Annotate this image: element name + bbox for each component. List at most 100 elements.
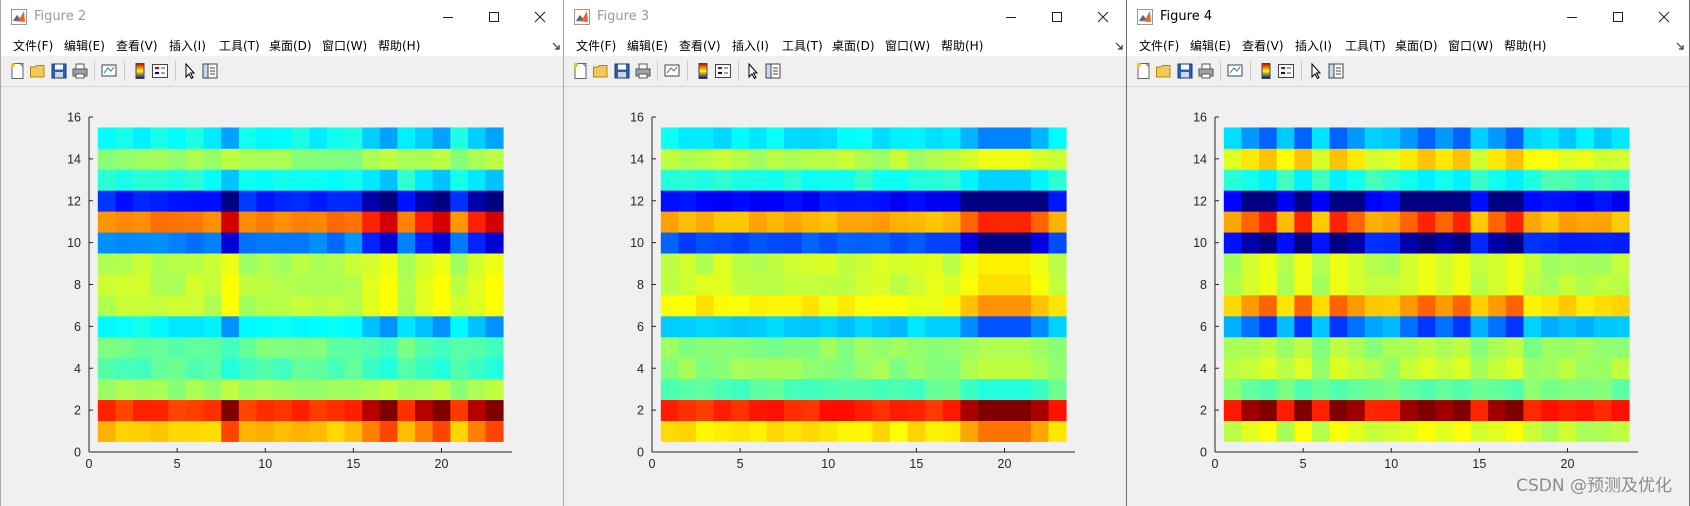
open-file-icon[interactable] (592, 62, 610, 80)
heatmap-cell (362, 127, 381, 149)
property-inspector-icon[interactable] (1327, 62, 1345, 80)
open-file-icon[interactable] (29, 62, 47, 80)
x-tick-label: 10 (821, 457, 835, 471)
heatmap-cell (766, 420, 785, 442)
heatmap-cell (1030, 399, 1049, 421)
menu-item[interactable]: 桌面(D) (1395, 37, 1438, 54)
heatmap-cell (731, 148, 750, 170)
maximize-button[interactable] (1034, 0, 1080, 34)
menu-item[interactable]: 查看(V) (116, 37, 158, 54)
property-inspector-icon[interactable] (764, 62, 782, 80)
minimize-button[interactable] (425, 0, 471, 34)
heatmap-cell (274, 378, 293, 401)
menu-item[interactable]: 插入(I) (1295, 37, 1332, 54)
heatmap-cell (1347, 211, 1366, 233)
heatmap-cell (1611, 294, 1630, 317)
print-icon[interactable] (1197, 62, 1215, 80)
menu-item[interactable]: 查看(V) (1242, 37, 1284, 54)
print-icon[interactable] (71, 62, 89, 80)
heatmap-cell (362, 253, 381, 275)
heatmap-cell (1259, 127, 1278, 149)
heatmap-cell (450, 127, 469, 149)
title-bar[interactable]: Figure 3 (564, 0, 1128, 34)
open-file-icon[interactable] (1155, 62, 1173, 80)
menu-item[interactable]: 文件(F) (13, 37, 53, 54)
heatmap-cell (432, 357, 451, 380)
menu-item[interactable]: 工具(T) (1345, 37, 1386, 54)
heatmap-cell (1576, 190, 1595, 212)
menu-item[interactable]: 帮助(H) (378, 37, 420, 54)
heatmap-cell (978, 378, 997, 401)
dock-arrow-icon[interactable] (552, 40, 561, 54)
menu-item[interactable]: 编辑(E) (1190, 37, 1231, 54)
property-inspector-icon[interactable] (201, 62, 219, 80)
menu-item[interactable]: 编辑(E) (64, 37, 105, 54)
dock-arrow-icon[interactable] (1676, 40, 1685, 54)
heatmap-cell (1347, 378, 1366, 401)
print-icon[interactable] (634, 62, 652, 80)
heatmap-cell (1435, 315, 1454, 338)
new-figure-icon[interactable] (1135, 62, 1153, 80)
close-button[interactable] (1641, 0, 1687, 34)
figure-toolbar (1, 56, 565, 87)
close-button[interactable] (1080, 0, 1126, 34)
legend-icon[interactable] (714, 62, 732, 80)
heatmap-cell (1523, 127, 1542, 149)
heatmap-cell (1558, 190, 1577, 212)
x-tick-label: 5 (174, 457, 181, 471)
menu-item[interactable]: 桌面(D) (269, 37, 312, 54)
menu-item[interactable]: 工具(T) (782, 37, 823, 54)
minimize-button[interactable] (988, 0, 1034, 34)
menu-item[interactable]: 窗口(W) (1448, 37, 1493, 54)
heatmap-cell (1452, 399, 1471, 421)
new-figure-icon[interactable] (572, 62, 590, 80)
legend-icon[interactable] (151, 62, 169, 80)
menu-item[interactable]: 窗口(W) (322, 37, 367, 54)
menu-item[interactable]: 桌面(D) (832, 37, 875, 54)
link-plot-icon[interactable] (100, 62, 118, 80)
heatmap-cell (274, 315, 293, 338)
menu-item[interactable]: 插入(I) (169, 37, 206, 54)
pointer-arrow-icon[interactable] (744, 62, 762, 80)
heatmap-cell (1241, 190, 1260, 212)
heatmap-cell (837, 253, 856, 275)
close-button[interactable] (517, 0, 563, 34)
menu-item[interactable]: 插入(I) (732, 37, 769, 54)
minimize-button[interactable] (1549, 0, 1595, 34)
window-title: Figure 3 (597, 9, 650, 24)
menu-item[interactable]: 文件(F) (576, 37, 616, 54)
save-icon[interactable] (1176, 62, 1194, 80)
menu-item[interactable]: 文件(F) (1139, 37, 1179, 54)
colorbar-icon[interactable] (131, 62, 149, 80)
menu-item[interactable]: 帮助(H) (941, 37, 983, 54)
heatmap-cell (1558, 378, 1577, 401)
maximize-button[interactable] (1595, 0, 1641, 34)
colorbar-icon[interactable] (1257, 62, 1275, 80)
heatmap-cell (115, 294, 134, 317)
menu-item[interactable]: 工具(T) (219, 37, 260, 54)
pointer-arrow-icon[interactable] (1307, 62, 1325, 80)
menu-item[interactable]: 查看(V) (679, 37, 721, 54)
colorbar-icon[interactable] (694, 62, 712, 80)
menu-item[interactable]: 窗口(W) (885, 37, 930, 54)
save-icon[interactable] (613, 62, 631, 80)
title-bar[interactable]: Figure 4 (1127, 0, 1689, 34)
heatmap-cell (1347, 190, 1366, 212)
heatmap-cell (1576, 399, 1595, 421)
link-plot-icon[interactable] (1226, 62, 1244, 80)
menu-item[interactable]: 帮助(H) (1504, 37, 1546, 54)
pointer-arrow-icon[interactable] (181, 62, 199, 80)
heatmap-cell (872, 232, 891, 254)
dock-arrow-icon[interactable] (1115, 40, 1124, 54)
heatmap-cell (397, 253, 416, 275)
heatmap-cell (467, 253, 486, 275)
link-plot-icon[interactable] (663, 62, 681, 80)
title-bar[interactable]: Figure 2 (1, 0, 565, 34)
heatmap-cell (1241, 420, 1260, 442)
new-figure-icon[interactable] (9, 62, 27, 80)
save-icon[interactable] (50, 62, 68, 80)
maximize-button[interactable] (471, 0, 517, 34)
legend-icon[interactable] (1277, 62, 1295, 80)
heatmap-cell (1505, 148, 1524, 170)
menu-item[interactable]: 编辑(E) (627, 37, 668, 54)
